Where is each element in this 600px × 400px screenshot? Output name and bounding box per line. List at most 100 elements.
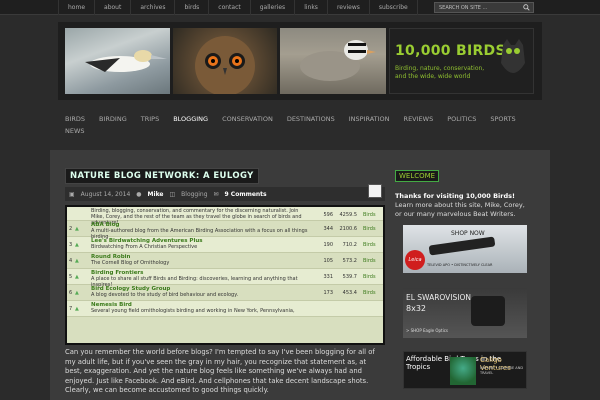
trend-arrow-icon: ▲ [75,274,79,280]
blog-rank: 7 [69,306,73,312]
post-meta: ▣ August 14, 2014 ● Mike ◫ Blogging ✉ 9 … [65,184,385,201]
search-input[interactable]: SEARCH ON SITE ... [434,2,534,13]
table-row: 5 ▲ Birding Frontiers A place to share al… [67,269,383,288]
gannet-photo [65,28,170,94]
table-row: Birding, blogging, conservation, and com… [67,207,383,226]
ad-shop-now[interactable]: SHOP NOW [451,230,485,237]
nav-trips[interactable]: TRIPS [134,112,166,124]
binoculars-image [471,296,505,326]
blog-score [333,301,357,306]
post-category[interactable]: Blogging [181,191,207,198]
blog-category[interactable]: Birds [357,221,379,232]
blog-category[interactable]: Birds [357,269,379,280]
blog-desc: Birdwatching From A Christian Perspectiv… [91,244,198,250]
search-placeholder: SEARCH ON SITE ... [439,5,488,11]
nav-sports[interactable]: SPORTS [483,112,522,124]
nav-destinations[interactable]: DESTINATIONS [280,112,342,124]
blog-count: 190 [323,242,333,248]
blog-rank: 6 [69,290,73,296]
blog-count: 173 [323,290,333,296]
topnav-reviews[interactable]: reviews [328,0,370,15]
post-title[interactable]: NATURE BLOG NETWORK: A EULOGY [65,168,259,184]
topnav-links[interactable]: links [295,0,328,15]
logo-title: 10,000 BIRDS [395,43,506,59]
blog-rank: 3 [69,242,73,248]
nav-birding[interactable]: BIRDING [92,112,134,124]
ad-subtitle: NATURE • CULTURE AND TRAVEL [480,366,524,375]
print-icon[interactable] [368,184,382,198]
blog-rank: 5 [69,274,73,280]
folder-icon: ◫ [169,190,176,198]
main-navigation: BIRDS BIRDING TRIPS BLOGGING CONSERVATIO… [58,112,542,136]
trend-arrow-icon: ▲ [75,290,79,296]
owl-logo-icon [501,39,525,73]
gannet-image [85,50,167,72]
blog-desc: The Cornell Blog of Ornithology [91,260,170,266]
nav-conservation[interactable]: CONSERVATION [215,112,280,124]
leica-logo: Leica [405,250,425,270]
blog-category[interactable]: Birds [357,207,379,218]
trend-arrow-icon: ▲ [75,306,79,312]
owl-image [195,36,255,96]
topnav-birds[interactable]: birds [175,0,210,15]
nav-inspiration[interactable]: INSPIRATION [342,112,397,124]
toucan-image [450,357,476,385]
owl-photo [173,28,277,96]
nav-news[interactable]: NEWS [58,124,92,136]
post-body: Can you remember the world before blogs?… [65,348,375,394]
topnav-home[interactable]: home [58,0,96,15]
ad-shop-link[interactable]: > SHOP Eagle Optics [406,328,448,333]
blog-ranking-table: Birding, blogging, conservation, and com… [65,205,385,345]
logo-tagline: Birding, nature, conservation, and the w… [395,65,485,80]
sparrow-image [300,40,376,81]
blog-count [311,301,333,306]
search-icon[interactable] [523,4,530,11]
leica-ad[interactable]: SHOP NOW Leica TELEVID APO • DISTINCTIVE… [403,225,527,273]
comment-icon: ✉ [213,190,219,198]
trend-arrow-icon: ▲ [75,242,79,248]
topnav-archives[interactable]: archives [131,0,176,15]
table-row: 4 ▲ Round Robin The Cornell Blog of Ornit… [67,253,383,269]
sidebar: WELCOME Thanks for visiting 10,000 Birds… [395,163,530,389]
top-bar: home about archives birds contact galler… [0,0,600,15]
nav-blogging[interactable]: BLOGGING [166,112,215,124]
sparrow-photo [280,28,386,94]
blog-score: 539.7 [342,274,357,280]
site-logo[interactable]: 10,000 BIRDS Birding, nature, conservati… [389,28,534,94]
spotting-scope-image [428,236,496,256]
post-author[interactable]: Mike [148,191,164,198]
ad-model: 8x32 [406,304,427,313]
blog-category[interactable]: Birds [357,253,379,264]
blog-category[interactable]: Birds [357,285,379,296]
blog-rank: 2 [69,226,73,232]
welcome-body[interactable]: Learn more about this site, Mike, Corey,… [395,201,525,218]
blog-count: 105 [323,258,333,264]
topnav-galleries[interactable]: galleries [251,0,296,15]
post-date: August 14, 2014 [80,190,131,198]
ad-product: EL SWAROVISION [406,293,472,302]
blog-score: 2100.6 [339,226,358,232]
blog-desc: A blog devoted to the study of bird beha… [91,292,239,298]
table-row: 7 ▲ Nemesis Bird Several young field orni… [67,301,383,317]
ad-tagline: TELEVID APO • DISTINCTIVELY CLEAR [427,263,493,267]
blog-category[interactable]: Birds [357,237,379,248]
nav-politics[interactable]: POLITICS [440,112,483,124]
topnav-subscribe[interactable]: subscribe [370,0,418,15]
blog-post: NATURE BLOG NETWORK: A EULOGY ▣ August 1… [65,163,385,396]
post-comments[interactable]: 9 Comments [225,191,267,198]
nav-reviews[interactable]: REVIEWS [397,112,441,124]
user-icon: ● [136,190,142,198]
topnav-contact[interactable]: contact [209,0,251,15]
blog-desc: Several young field ornithologists birdi… [91,308,295,314]
blog-score: 710.2 [342,242,357,248]
caligo-ad[interactable]: Affordable Bird Tours in the Tropics Cal… [403,351,527,389]
calendar-icon: ▣ [69,190,75,198]
blog-count: 344 [323,226,333,232]
table-row: 3 ▲ Lee's Birdwatching Adventures Plus Bi… [67,237,383,253]
welcome-text: Thanks for visiting 10,000 Birds! Learn … [395,192,530,219]
swarovski-ad[interactable]: EL SWAROVISION 8x32 > SHOP Eagle Optics [403,288,527,338]
nav-birds[interactable]: BIRDS [58,112,92,124]
blog-count: 331 [323,274,333,280]
blog-category[interactable] [357,301,379,306]
topnav-about[interactable]: about [95,0,132,15]
